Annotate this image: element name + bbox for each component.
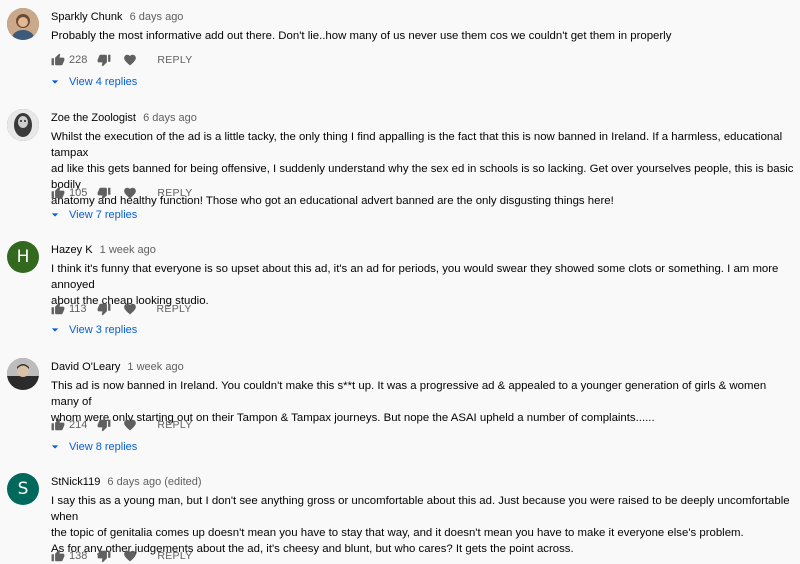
reply-button[interactable]: REPLY — [157, 550, 192, 562]
avatar[interactable]: S — [7, 473, 39, 505]
like-count: 138 — [69, 550, 88, 562]
comment-toolbar: 105 REPLY — [51, 185, 193, 201]
thumbs-up-icon[interactable] — [51, 186, 65, 200]
avatar[interactable] — [7, 358, 39, 390]
avatar-photo-icon — [7, 8, 39, 40]
heart-icon[interactable] — [123, 53, 137, 67]
view-replies-button[interactable]: View 4 replies — [51, 76, 137, 88]
avatar[interactable] — [7, 109, 39, 141]
like-count: 228 — [69, 54, 88, 66]
thumbs-down-icon[interactable] — [97, 53, 111, 67]
comment-timestamp[interactable]: 1 week ago — [100, 244, 156, 256]
heart-icon[interactable] — [123, 186, 137, 200]
comment-header: Hazey K 1 week ago — [51, 243, 156, 257]
author-name[interactable]: Zoe the Zoologist — [51, 112, 136, 124]
avatar-letter: S — [17, 479, 29, 499]
comment-header: Sparkly Chunk 6 days ago — [51, 10, 183, 24]
reply-button[interactable]: REPLY — [157, 187, 192, 199]
reply-button[interactable]: REPLY — [157, 54, 192, 66]
avatar-photo-icon — [7, 109, 39, 141]
reply-button[interactable]: REPLY — [157, 303, 192, 315]
like-count: 113 — [69, 303, 87, 315]
comment-toolbar: 214 REPLY — [51, 417, 193, 433]
avatar[interactable]: H — [7, 241, 39, 273]
comment-header: Zoe the Zoologist 6 days ago — [51, 111, 197, 125]
comment-text: Probably the most informative add out th… — [51, 30, 672, 42]
author-name[interactable]: David O'Leary — [51, 361, 120, 373]
comment-header: David O'Leary 1 week ago — [51, 360, 184, 374]
avatar-letter: H — [16, 247, 30, 267]
author-name[interactable]: Sparkly Chunk — [51, 11, 123, 23]
thumbs-up-icon[interactable] — [51, 53, 65, 67]
thumbs-down-icon[interactable] — [97, 549, 111, 563]
author-name[interactable]: StNick119 — [51, 476, 100, 488]
thumbs-down-icon[interactable] — [97, 418, 111, 432]
comment-header: StNick119 6 days ago (edited) — [51, 475, 202, 489]
comment-timestamp[interactable]: 1 week ago — [127, 361, 183, 373]
caret-down-icon — [51, 213, 59, 217]
comment-timestamp[interactable]: 6 days ago — [130, 11, 184, 23]
view-replies-button[interactable]: View 7 replies — [51, 209, 137, 221]
caret-down-icon — [51, 80, 59, 84]
heart-icon[interactable] — [123, 549, 137, 563]
comment-toolbar: 228 REPLY — [51, 52, 193, 68]
view-replies-button[interactable]: View 3 replies — [51, 324, 137, 336]
view-replies-label: View 7 replies — [69, 209, 138, 221]
comment-timestamp[interactable]: 6 days ago — [143, 112, 197, 124]
avatar[interactable] — [7, 8, 39, 40]
thumbs-up-icon[interactable] — [51, 302, 65, 316]
view-replies-label: View 4 replies — [69, 76, 138, 88]
like-count: 214 — [69, 419, 88, 431]
thumbs-down-icon[interactable] — [97, 186, 111, 200]
comment-toolbar: 113 REPLY — [51, 301, 192, 317]
comment-toolbar: 138 REPLY — [51, 548, 193, 564]
thumbs-up-icon[interactable] — [51, 418, 65, 432]
thumbs-up-icon[interactable] — [51, 549, 65, 563]
view-replies-label: View 8 replies — [69, 441, 138, 453]
caret-down-icon — [51, 445, 59, 449]
view-replies-button[interactable]: View 8 replies — [51, 441, 137, 453]
heart-icon[interactable] — [123, 302, 137, 316]
comment-timestamp[interactable]: 6 days ago (edited) — [107, 476, 201, 488]
avatar-photo-icon — [7, 358, 39, 390]
like-count: 105 — [69, 187, 88, 199]
caret-down-icon — [51, 328, 59, 332]
author-name[interactable]: Hazey K — [51, 244, 93, 256]
view-replies-label: View 3 replies — [69, 324, 138, 336]
heart-icon[interactable] — [123, 418, 137, 432]
thumbs-down-icon[interactable] — [97, 302, 111, 316]
reply-button[interactable]: REPLY — [157, 419, 192, 431]
